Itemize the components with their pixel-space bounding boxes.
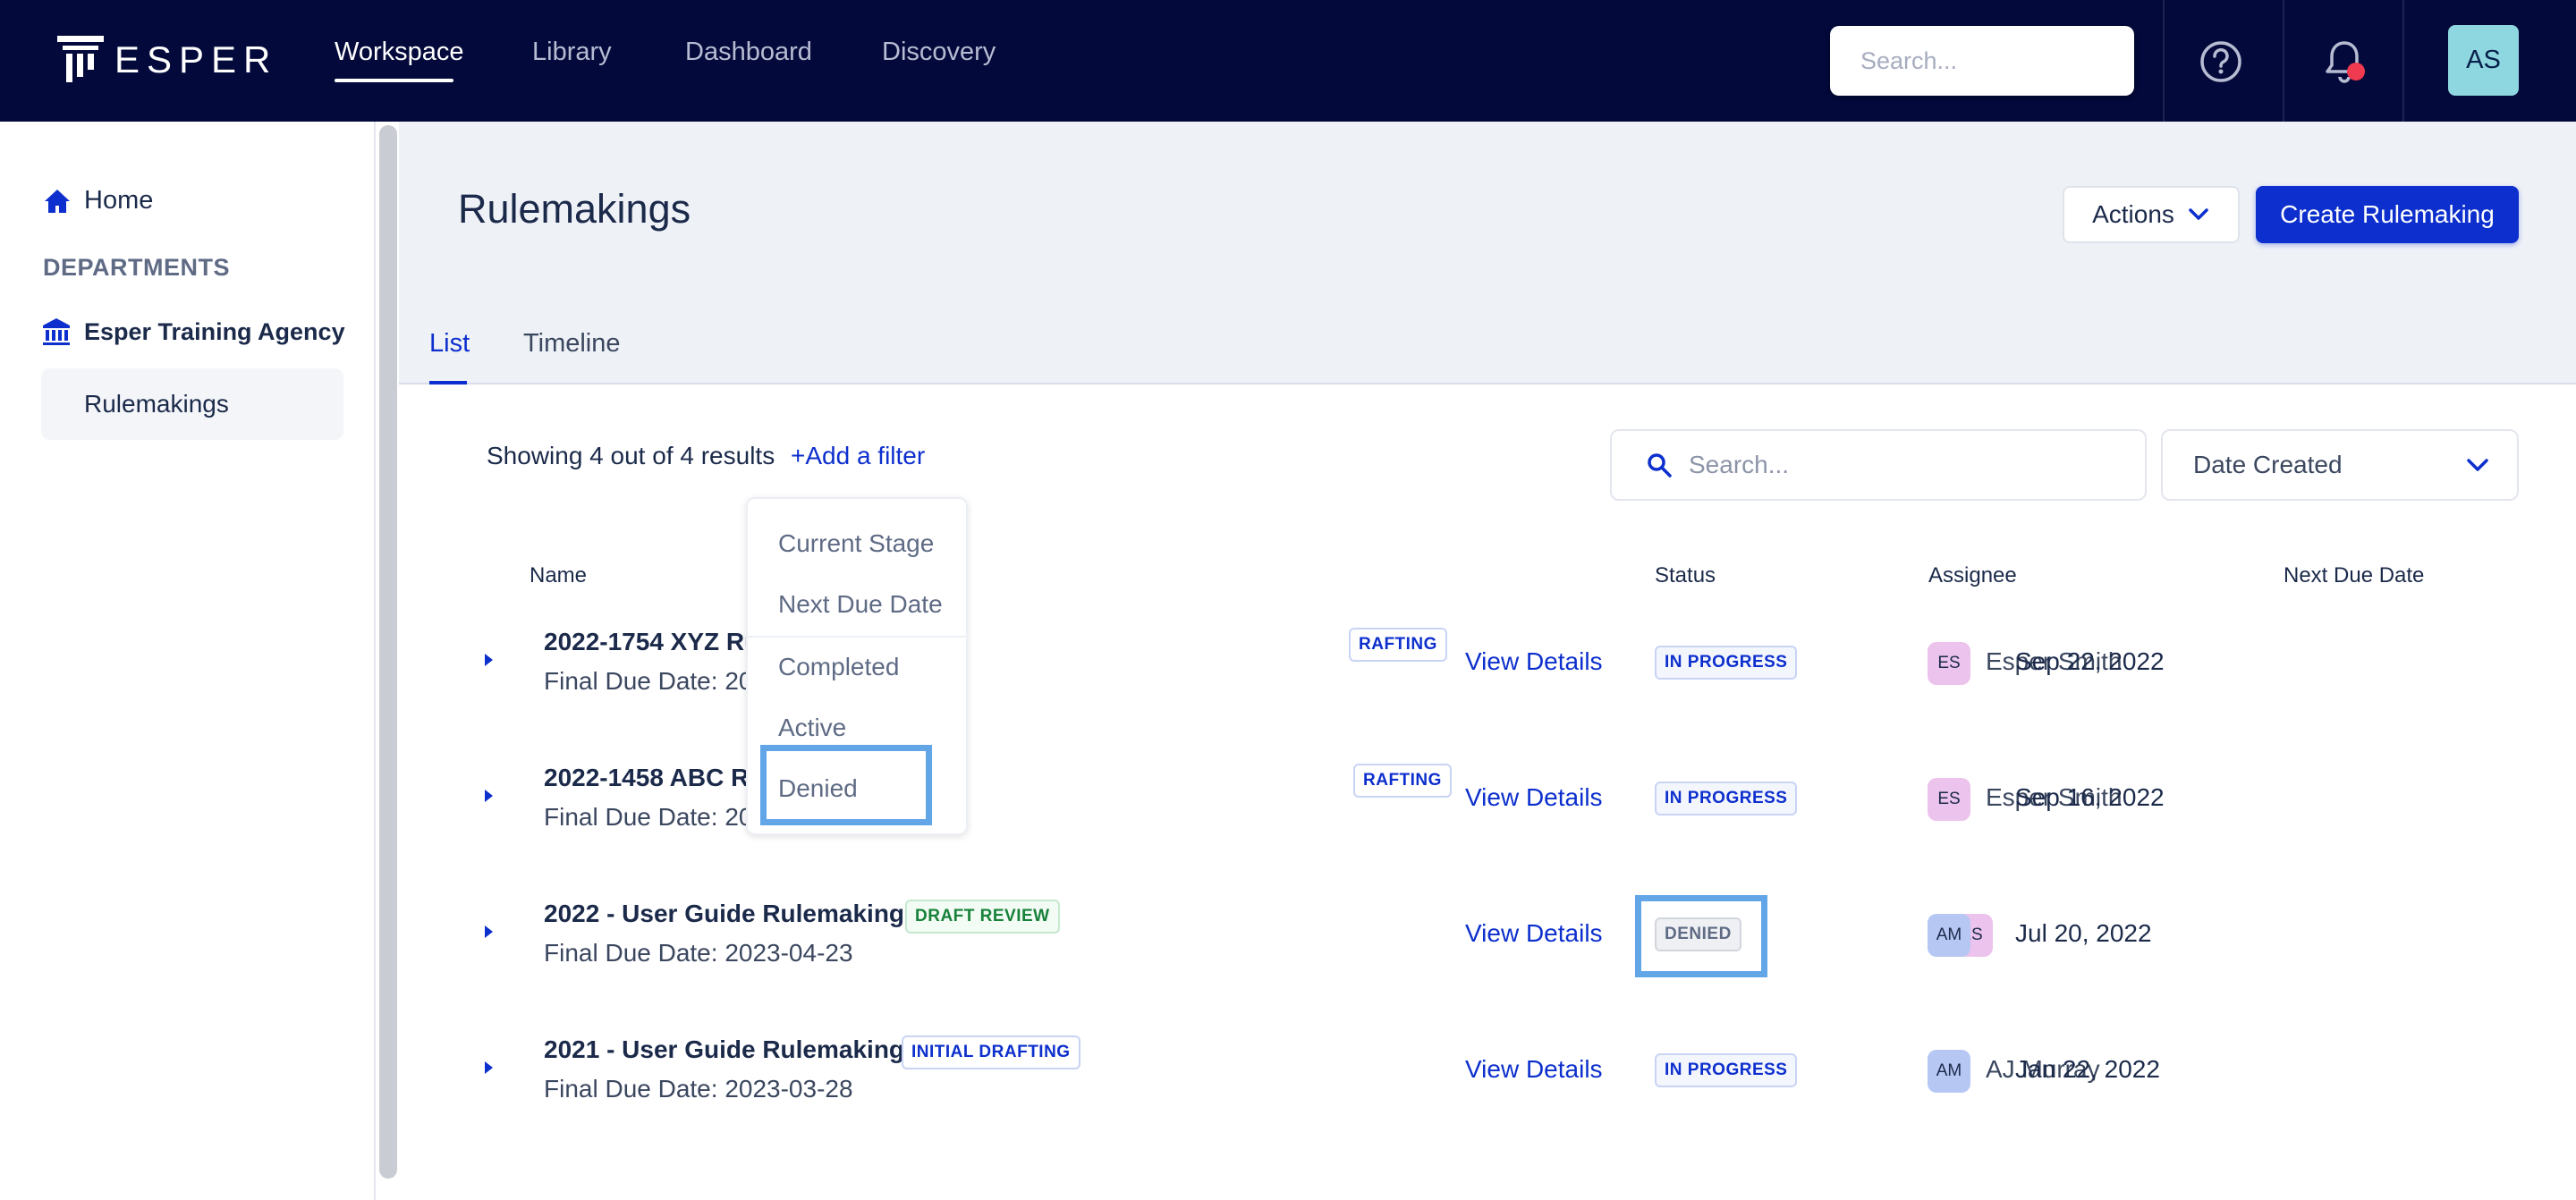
actions-label: Actions — [2092, 200, 2174, 228]
list-search[interactable] — [1610, 429, 2147, 501]
assignee-avatar: ES — [1928, 642, 1970, 685]
nav-workspace[interactable]: Workspace — [335, 38, 464, 67]
top-nav: ESPER Workspace Library Dashboard Discov… — [0, 0, 2576, 122]
logo-text: ESPER — [114, 38, 278, 80]
page-title: Rulemakings — [458, 186, 691, 232]
nav-discovery[interactable]: Discovery — [882, 38, 996, 67]
nav-dashboard[interactable]: Dashboard — [685, 38, 812, 67]
nav-library[interactable]: Library — [532, 38, 612, 67]
table-row[interactable]: 2022-1458 ABC Ru RAFTING Final Due Date:… — [399, 737, 2576, 873]
stage-badge: DRAFT REVIEW — [905, 900, 1060, 934]
column-header-name[interactable]: Name — [530, 563, 587, 588]
view-details-link[interactable]: View Details — [1465, 783, 1603, 812]
table-row[interactable]: 2022-1754 XYZ Ru RAFTING Final Due Date:… — [399, 601, 2576, 737]
view-details-link[interactable]: View Details — [1465, 647, 1603, 676]
nav-divider — [2283, 0, 2284, 122]
chevron-down-icon — [2467, 459, 2488, 471]
sidebar: Home DEPARTMENTS Esper Training Agency R… — [0, 122, 376, 1200]
tab-timeline[interactable]: Timeline — [523, 329, 621, 359]
nav-divider — [2163, 0, 2165, 122]
sidebar-section-heading: DEPARTMENTS — [43, 254, 231, 281]
sort-value: Date Created — [2193, 451, 2343, 478]
stage-badge: RAFTING — [1349, 628, 1447, 662]
stage-badge: INITIAL DRAFTING — [902, 1035, 1080, 1069]
assignee-avatar: AM — [1928, 1050, 1970, 1093]
table-row[interactable]: 2021 - User Guide Rulemaking INITIAL DRA… — [399, 1009, 2576, 1145]
page-header — [399, 122, 2576, 385]
help-icon[interactable] — [2199, 39, 2243, 84]
table-row[interactable]: 2022 - User Guide Rulemaking DRAFT REVIE… — [399, 873, 2576, 1009]
denied-highlight-box — [760, 745, 932, 825]
create-rulemaking-button[interactable]: Create Rulemaking — [2256, 186, 2519, 243]
assignee-avatar: AM — [1928, 914, 1970, 957]
filter-option-next-due-date[interactable]: Next Due Date — [778, 590, 943, 619]
tab-active-indicator — [429, 381, 467, 385]
next-due-date: Jan 22, 2022 — [2015, 1055, 2160, 1083]
sidebar-item-agency[interactable]: Esper Training Agency — [41, 317, 345, 347]
expand-caret-icon[interactable] — [481, 1059, 496, 1077]
bell-icon[interactable] — [2322, 38, 2367, 88]
row-final-due: Final Due Date: 20 — [544, 803, 753, 831]
next-due-date: Jul 20, 2022 — [2015, 919, 2152, 947]
next-due-date: Sep 16, 2022 — [2015, 783, 2165, 811]
add-filter-link[interactable]: +Add a filter — [791, 442, 925, 470]
next-due-date: Sep 22, 2022 — [2015, 647, 2165, 675]
filter-option-active[interactable]: Active — [778, 714, 846, 742]
view-details-link[interactable]: View Details — [1465, 1055, 1603, 1084]
global-search[interactable] — [1830, 26, 2177, 96]
institution-icon — [43, 318, 70, 345]
status-badge: IN PROGRESS — [1655, 1053, 1798, 1087]
global-search-input[interactable] — [1860, 46, 2177, 75]
actions-button[interactable]: Actions — [2063, 186, 2240, 243]
filter-option-completed[interactable]: Completed — [778, 653, 899, 681]
chevron-down-icon — [2189, 208, 2208, 220]
filter-option-current-stage[interactable]: Current Stage — [778, 529, 934, 558]
expand-caret-icon[interactable] — [481, 787, 496, 805]
tab-list[interactable]: List — [429, 329, 470, 359]
row-name[interactable]: 2022 - User Guide Rulemaking — [544, 900, 904, 928]
sidebar-scrollbar[interactable] — [379, 125, 397, 1179]
sort-select[interactable]: Date Created — [2161, 429, 2519, 501]
column-header-status[interactable]: Status — [1655, 563, 1716, 588]
sidebar-item-home[interactable]: Home — [43, 186, 153, 215]
row-name[interactable]: 2021 - User Guide Rulemaking — [544, 1035, 904, 1064]
status-badge: IN PROGRESS — [1655, 782, 1798, 815]
column-header-next-due[interactable]: Next Due Date — [2284, 563, 2424, 588]
notification-dot — [2347, 63, 2365, 80]
view-details-link[interactable]: View Details — [1465, 919, 1603, 948]
row-final-due: Final Due Date: 2023-04-23 — [544, 939, 853, 967]
list-search-input[interactable] — [1689, 451, 2145, 479]
expand-caret-icon[interactable] — [481, 651, 496, 669]
row-final-due: Final Due Date: 20 — [544, 667, 753, 695]
dropdown-divider — [748, 636, 966, 638]
status-highlight-box — [1635, 895, 1767, 977]
esper-logo[interactable]: ESPER — [55, 34, 277, 86]
sidebar-home-label: Home — [84, 186, 154, 215]
sidebar-agency-label: Esper Training Agency — [84, 317, 345, 345]
esper-logo-icon — [57, 36, 104, 82]
nav-divider — [2402, 0, 2404, 122]
status-badge: IN PROGRESS — [1655, 646, 1798, 680]
column-header-assignee[interactable]: Assignee — [1928, 563, 2017, 588]
stage-badge: RAFTING — [1353, 764, 1452, 798]
results-count: Showing 4 out of 4 results — [487, 442, 775, 469]
nav-active-indicator — [335, 79, 453, 82]
assignee-avatar: ES — [1928, 778, 1970, 821]
sidebar-item-rulemakings[interactable]: Rulemakings — [41, 368, 343, 440]
home-icon — [45, 189, 70, 213]
row-final-due: Final Due Date: 2023-03-28 — [544, 1075, 853, 1103]
row-name[interactable]: 2022-1458 ABC Ru — [544, 764, 764, 792]
user-avatar[interactable]: AS — [2448, 25, 2519, 96]
search-icon — [1648, 453, 1672, 477]
expand-caret-icon[interactable] — [481, 923, 496, 941]
row-name[interactable]: 2022-1754 XYZ Ru — [544, 628, 759, 656]
